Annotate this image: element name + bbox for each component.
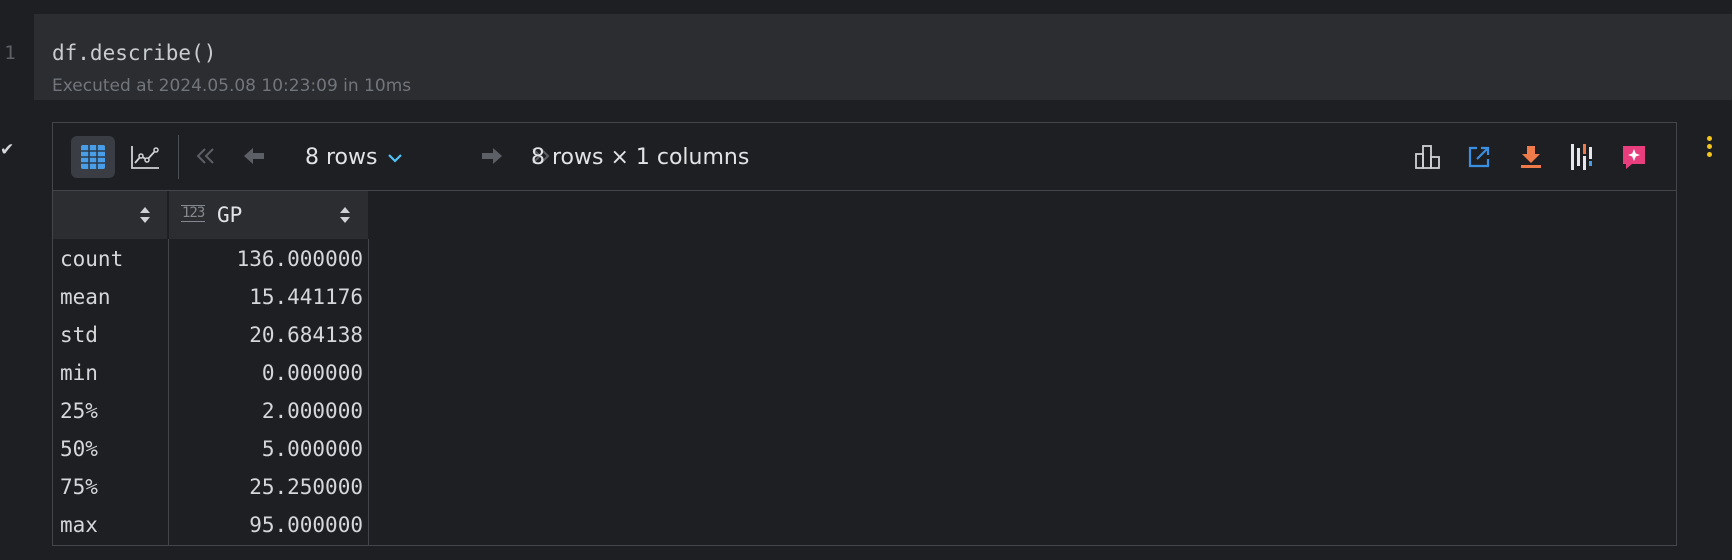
output-panel: 8 rows 8 rows × 1 columns 123 GP count 1… <box>52 122 1677 546</box>
dimensions-label: 8 rows × 1 columns <box>531 145 750 170</box>
execution-info: Executed at 2024.05.08 10:23:09 in 10ms <box>52 76 412 96</box>
kebab-menu-icon[interactable] <box>1703 136 1715 160</box>
rows-select-label: 8 rows <box>305 145 378 170</box>
table-icon <box>81 145 105 169</box>
row-index: 75% <box>60 475 98 499</box>
next-page-button[interactable] <box>477 141 507 171</box>
code-text[interactable]: df.describe() <box>52 41 216 65</box>
ai-sparkle-icon <box>1623 146 1645 169</box>
cell-value[interactable]: 95.000000 <box>249 513 363 537</box>
cell-value[interactable]: 136.000000 <box>237 247 363 271</box>
code-cell[interactable]: df.describe() Executed at 2024.05.08 10:… <box>34 14 1732 100</box>
open-external-icon <box>1468 146 1490 168</box>
index-column-header[interactable] <box>53 191 168 239</box>
table-row[interactable]: 25% 2.000000 <box>53 394 369 432</box>
cell-value[interactable]: 25.250000 <box>249 475 363 499</box>
row-index: std <box>60 323 98 347</box>
ai-assistant-button[interactable] <box>1619 142 1649 172</box>
row-index: 25% <box>60 399 98 423</box>
profile-button[interactable] <box>1567 142 1597 172</box>
sort-icon[interactable] <box>139 205 151 225</box>
table-row[interactable]: min 0.000000 <box>53 356 369 394</box>
table-row[interactable]: std 20.684138 <box>53 318 369 356</box>
row-index: max <box>60 513 98 537</box>
check-icon: ✔ <box>0 140 15 160</box>
cell-value[interactable]: 0.000000 <box>262 361 363 385</box>
table-row[interactable]: count 136.000000 <box>53 242 369 280</box>
cell-value[interactable]: 15.441176 <box>249 285 363 309</box>
chart-line-icon <box>131 146 159 169</box>
output-toolbar: 8 rows 8 rows × 1 columns <box>53 123 1676 191</box>
cell-value[interactable]: 2.000000 <box>262 399 363 423</box>
toolbar-separator <box>178 135 179 179</box>
row-index: min <box>60 361 98 385</box>
line-number: 1 <box>4 42 16 64</box>
sort-icon[interactable] <box>339 205 351 225</box>
cell-value[interactable]: 5.000000 <box>262 437 363 461</box>
table-row[interactable]: mean 15.441176 <box>53 280 369 318</box>
profile-bars-icon <box>1571 144 1592 170</box>
arrow-right-icon <box>482 148 502 164</box>
first-page-button[interactable] <box>191 141 221 171</box>
table-view-button[interactable] <box>71 136 115 178</box>
table-row[interactable]: max 95.000000 <box>53 508 369 546</box>
column-header-gp[interactable]: 123 GP <box>169 191 368 239</box>
rows-per-page-select[interactable]: 8 rows <box>305 145 403 170</box>
cell-value[interactable]: 20.684138 <box>249 323 363 347</box>
download-button[interactable] <box>1516 142 1546 172</box>
row-index: 50% <box>60 437 98 461</box>
chart-view-button[interactable] <box>123 136 167 178</box>
double-chevron-left-icon <box>196 148 214 164</box>
download-icon <box>1521 146 1541 168</box>
row-index: count <box>60 247 124 271</box>
bar-columns-icon <box>1415 145 1440 169</box>
column-header-label: GP <box>217 203 243 227</box>
arrow-left-icon <box>244 148 264 164</box>
open-in-tab-button[interactable] <box>1464 142 1494 172</box>
prev-page-button[interactable] <box>239 141 269 171</box>
table-row[interactable]: 75% 25.250000 <box>53 470 369 508</box>
column-stats-button[interactable] <box>1413 142 1443 172</box>
table-row[interactable]: 50% 5.000000 <box>53 432 369 470</box>
numeric-type-badge: 123 <box>181 205 205 222</box>
row-index: mean <box>60 285 111 309</box>
data-table: 123 GP count 136.000000 mean 15.441176 s… <box>53 191 1676 545</box>
chevron-down-icon <box>388 153 403 163</box>
